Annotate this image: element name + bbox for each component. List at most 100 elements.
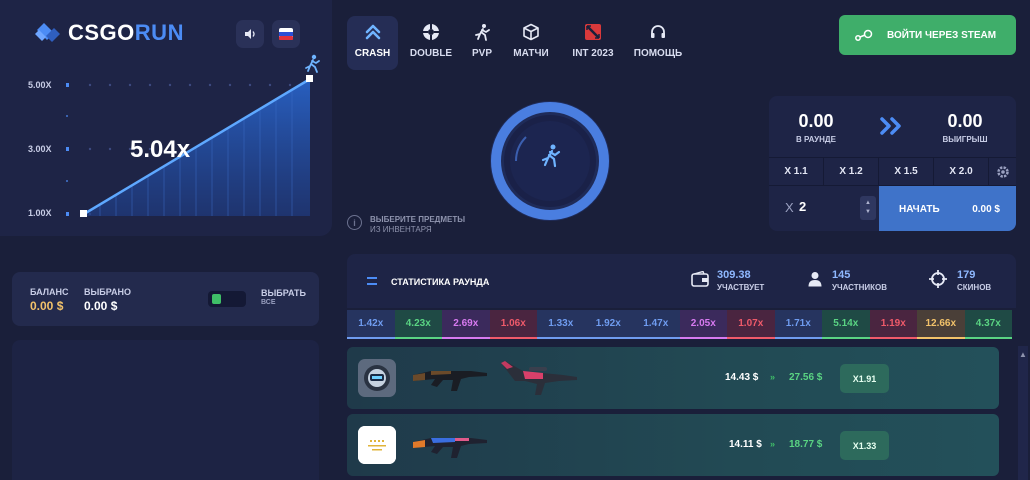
cashout-multiplier-badge: X1.33 bbox=[840, 431, 889, 460]
speaker-icon bbox=[245, 29, 255, 39]
mult-preset-button[interactable]: X 2.0 bbox=[934, 158, 989, 185]
y-tick-label: 1.00X bbox=[28, 208, 52, 218]
history-multiplier-chip: 2.05x bbox=[679, 310, 727, 339]
headset-icon bbox=[648, 22, 668, 42]
stats-title: СТАТИСТИКА РАУНДА bbox=[391, 277, 490, 287]
inventory-panel bbox=[12, 340, 319, 480]
nav-pvp[interactable]: PVP bbox=[466, 16, 498, 70]
steam-login-label: ВОЙТИ ЧЕРЕЗ STEAM bbox=[887, 29, 997, 41]
mult-preset-button[interactable]: X 1.1 bbox=[769, 158, 824, 185]
nav-help-label: ПОМОЩЬ bbox=[633, 48, 683, 59]
bet-panel: 0.00 В РАУНДЕ 0.00 ВЫИГРЫШ X 1.1 X 1.2 X… bbox=[769, 96, 1016, 231]
player-avatar[interactable] bbox=[358, 359, 396, 397]
start-label: НАЧАТЬ bbox=[899, 203, 940, 215]
nav-int2023[interactable]: INT 2023 bbox=[567, 16, 619, 70]
start-button[interactable]: НАЧАТЬ 0.00 $ bbox=[879, 186, 1016, 231]
hint-line2: ИЗ ИНВЕНТАРЯ bbox=[370, 225, 432, 234]
select-all-sublabel: ВСЕ bbox=[261, 299, 276, 306]
nav-crash[interactable]: CRASH bbox=[347, 16, 398, 70]
history-multiplier-chip: 1.07x bbox=[727, 310, 775, 339]
crash-chart-panel: CSGORUN 5.00X 3.00X 1.00X 5.04x bbox=[0, 0, 332, 236]
crash-history: 1.42x 4.23x 2.69x 1.06x 1.33x 1.92x 1.47x 2.05x… bbox=[347, 310, 1016, 339]
runner-icon bbox=[305, 54, 320, 73]
in-round-value: 0.00 bbox=[798, 111, 834, 131]
ak47-skin-image bbox=[413, 371, 487, 391]
win-amount: 27.56 $ bbox=[789, 372, 823, 383]
history-multiplier-chip: 1.47x bbox=[632, 310, 680, 339]
mult-preset-button[interactable]: X 1.5 bbox=[879, 158, 934, 185]
user-icon bbox=[808, 272, 822, 287]
auto-x-label: X bbox=[785, 200, 794, 215]
auto-cashout-input[interactable]: 2 bbox=[799, 199, 839, 214]
gear-icon[interactable] bbox=[989, 158, 1016, 185]
info-icon: i bbox=[347, 215, 362, 230]
y-tick-label: 5.00X bbox=[28, 80, 52, 90]
balance-panel: БАЛАНС 0.00 $ ВЫБРАНО 0.00 $ ВЫБРАТЬ ВСЕ bbox=[12, 272, 319, 326]
history-multiplier-chip: 1.42x bbox=[347, 310, 395, 339]
selected-value: 0.00 $ bbox=[84, 299, 118, 313]
double-chevron-right-icon: » bbox=[770, 372, 776, 382]
history-multiplier-chip: 1.06x bbox=[489, 310, 537, 339]
nav-matches[interactable]: МАТЧИ bbox=[510, 16, 552, 70]
round-timer-circle bbox=[486, 97, 614, 230]
in-round-label: В РАУНДЕ bbox=[796, 135, 836, 144]
win-amount: 18.77 $ bbox=[789, 439, 823, 450]
site-logo[interactable]: CSGORUN bbox=[34, 20, 184, 46]
scroll-up-icon[interactable]: ▲ bbox=[1019, 350, 1027, 359]
y-tick-label: 3.00X bbox=[28, 144, 52, 154]
player-avatar[interactable] bbox=[358, 426, 396, 464]
history-multiplier-chip: 1.19x bbox=[869, 310, 917, 339]
nav-double-label: DOUBLE bbox=[409, 48, 453, 59]
players-label: УЧАСТНИКОВ bbox=[832, 283, 888, 292]
skins-label: СКИНОВ bbox=[957, 283, 992, 292]
win-label: ВЫИГРЫШ bbox=[942, 135, 988, 144]
auto-cashout-stepper[interactable]: ▲ ▼ bbox=[860, 196, 876, 220]
balance-label: БАЛАНС bbox=[30, 287, 69, 297]
awp-skin-image bbox=[501, 361, 577, 395]
chevrons-up-icon bbox=[363, 22, 383, 42]
roulette-icon bbox=[421, 22, 441, 42]
bet-row: 14.11 $ » 18.77 $ X1.33 bbox=[347, 414, 999, 476]
nav-crash-label: CRASH bbox=[354, 48, 391, 59]
history-multiplier-chip: 1.33x bbox=[537, 310, 585, 339]
start-amount: 0.00 $ bbox=[972, 203, 1000, 215]
nav-pvp-label: PVP bbox=[471, 48, 492, 59]
sound-toggle-button[interactable] bbox=[236, 20, 264, 48]
history-multiplier-chip: 1.71x bbox=[774, 310, 822, 339]
history-multiplier-chip: 4.23x bbox=[394, 310, 442, 339]
bet-amount: 14.43 $ bbox=[725, 372, 759, 383]
steam-login-button[interactable]: ВОЙТИ ЧЕРЕЗ STEAM bbox=[839, 15, 1016, 55]
crosshair-icon bbox=[929, 270, 947, 288]
runner-icon bbox=[472, 22, 492, 42]
nav-help[interactable]: ПОМОЩЬ bbox=[632, 16, 684, 70]
flag-ru-icon bbox=[279, 28, 293, 40]
language-button[interactable] bbox=[272, 20, 300, 48]
select-all-toggle[interactable] bbox=[208, 291, 246, 307]
chevron-down-icon[interactable]: ▼ bbox=[865, 208, 871, 217]
toggle-knob bbox=[212, 294, 221, 304]
history-multiplier-chip: 1.92x bbox=[584, 310, 632, 339]
win-value: 0.00 bbox=[947, 111, 983, 131]
double-chevron-right-icon: » bbox=[770, 439, 776, 449]
participating-value: 309.38 bbox=[717, 269, 751, 281]
auto-cashout-row: X 2 ▲ ▼ НАЧАТЬ 0.00 $ bbox=[769, 185, 1016, 231]
wallet-icon bbox=[691, 271, 709, 287]
nav-matches-label: МАТЧИ bbox=[513, 48, 549, 59]
steam-icon bbox=[855, 29, 873, 41]
mult-preset-button[interactable]: X 1.2 bbox=[824, 158, 879, 185]
bets-scrollbar[interactable] bbox=[1018, 346, 1028, 480]
multiplier-presets: X 1.1 X 1.2 X 1.5 X 2.0 bbox=[769, 157, 1016, 185]
double-chevron-right-icon bbox=[879, 116, 905, 142]
select-all-label: ВЫБРАТЬ bbox=[261, 288, 307, 298]
dota-icon bbox=[583, 22, 603, 42]
chevron-up-icon[interactable]: ▲ bbox=[865, 199, 871, 208]
nav-double[interactable]: DOUBLE bbox=[405, 16, 457, 70]
cube-icon bbox=[521, 22, 541, 42]
current-multiplier: 5.04x bbox=[130, 136, 191, 163]
history-multiplier-chip: 2.69x bbox=[442, 310, 490, 339]
participating-label: УЧАСТВУЕТ bbox=[717, 283, 765, 292]
history-multiplier-chip: 12.66x bbox=[917, 310, 965, 339]
balance-value: 0.00 $ bbox=[30, 299, 64, 313]
select-items-hint: i ВЫБЕРИТЕ ПРЕДМЕТЫ ИЗ ИНВЕНТАРЯ bbox=[347, 215, 465, 235]
bet-amount: 14.11 $ bbox=[729, 439, 762, 450]
